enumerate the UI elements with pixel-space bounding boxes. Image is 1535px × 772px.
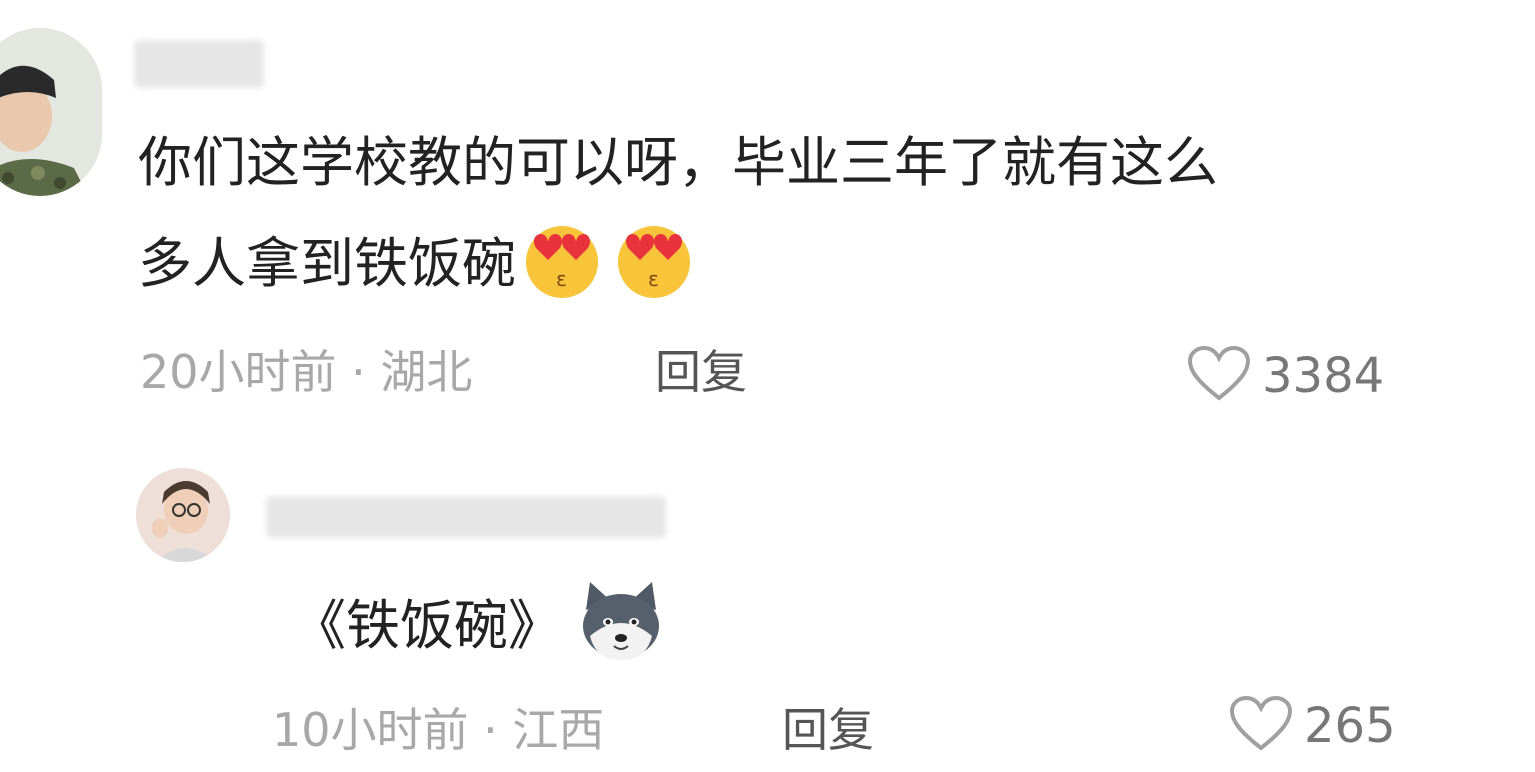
like-count: 3384 [1262, 348, 1385, 404]
svg-text:ɛ: ɛ [556, 267, 567, 291]
comment-location: 湖北 [380, 345, 473, 399]
svg-text:ɛ: ɛ [648, 267, 659, 291]
comment-meta: 10小时前 · 江西 [272, 702, 604, 758]
comment-text: 多人拿到铁饭碗 [138, 232, 516, 296]
username-blurred[interactable] [134, 40, 264, 88]
comment-text-line-1: 你们这学校教的可以呀，毕业三年了就有这么 [138, 131, 1218, 194]
avatar[interactable] [136, 468, 230, 562]
husky-dog-icon [576, 580, 666, 679]
comment-time: 10小时前 [272, 703, 469, 757]
heart-eyes-kiss-icon: ɛ [608, 218, 700, 317]
username-blurred[interactable] [266, 496, 666, 538]
comment-meta: 20小时前 · 湖北 [140, 344, 472, 400]
reply-button[interactable]: 回复 [655, 344, 747, 400]
comment-text: 《铁饭碗》 [292, 594, 562, 658]
reply-button[interactable]: 回复 [782, 702, 874, 758]
comment-text-line-2: 多人拿到铁饭碗 ɛ ɛ [138, 218, 700, 317]
avatar[interactable] [0, 28, 102, 196]
like-button[interactable]: 3384 [1186, 344, 1384, 408]
meta-separator: · [351, 345, 366, 399]
comment-time: 20小时前 [140, 345, 337, 399]
like-count: 265 [1304, 698, 1396, 754]
comment-location: 江西 [512, 703, 605, 757]
reply-text-line: 《铁饭碗》 [292, 580, 666, 679]
heart-icon [1186, 344, 1252, 408]
meta-separator: · [483, 703, 498, 757]
heart-icon [1228, 694, 1294, 758]
heart-eyes-kiss-icon: ɛ [516, 218, 608, 317]
like-button[interactable]: 265 [1228, 694, 1396, 758]
